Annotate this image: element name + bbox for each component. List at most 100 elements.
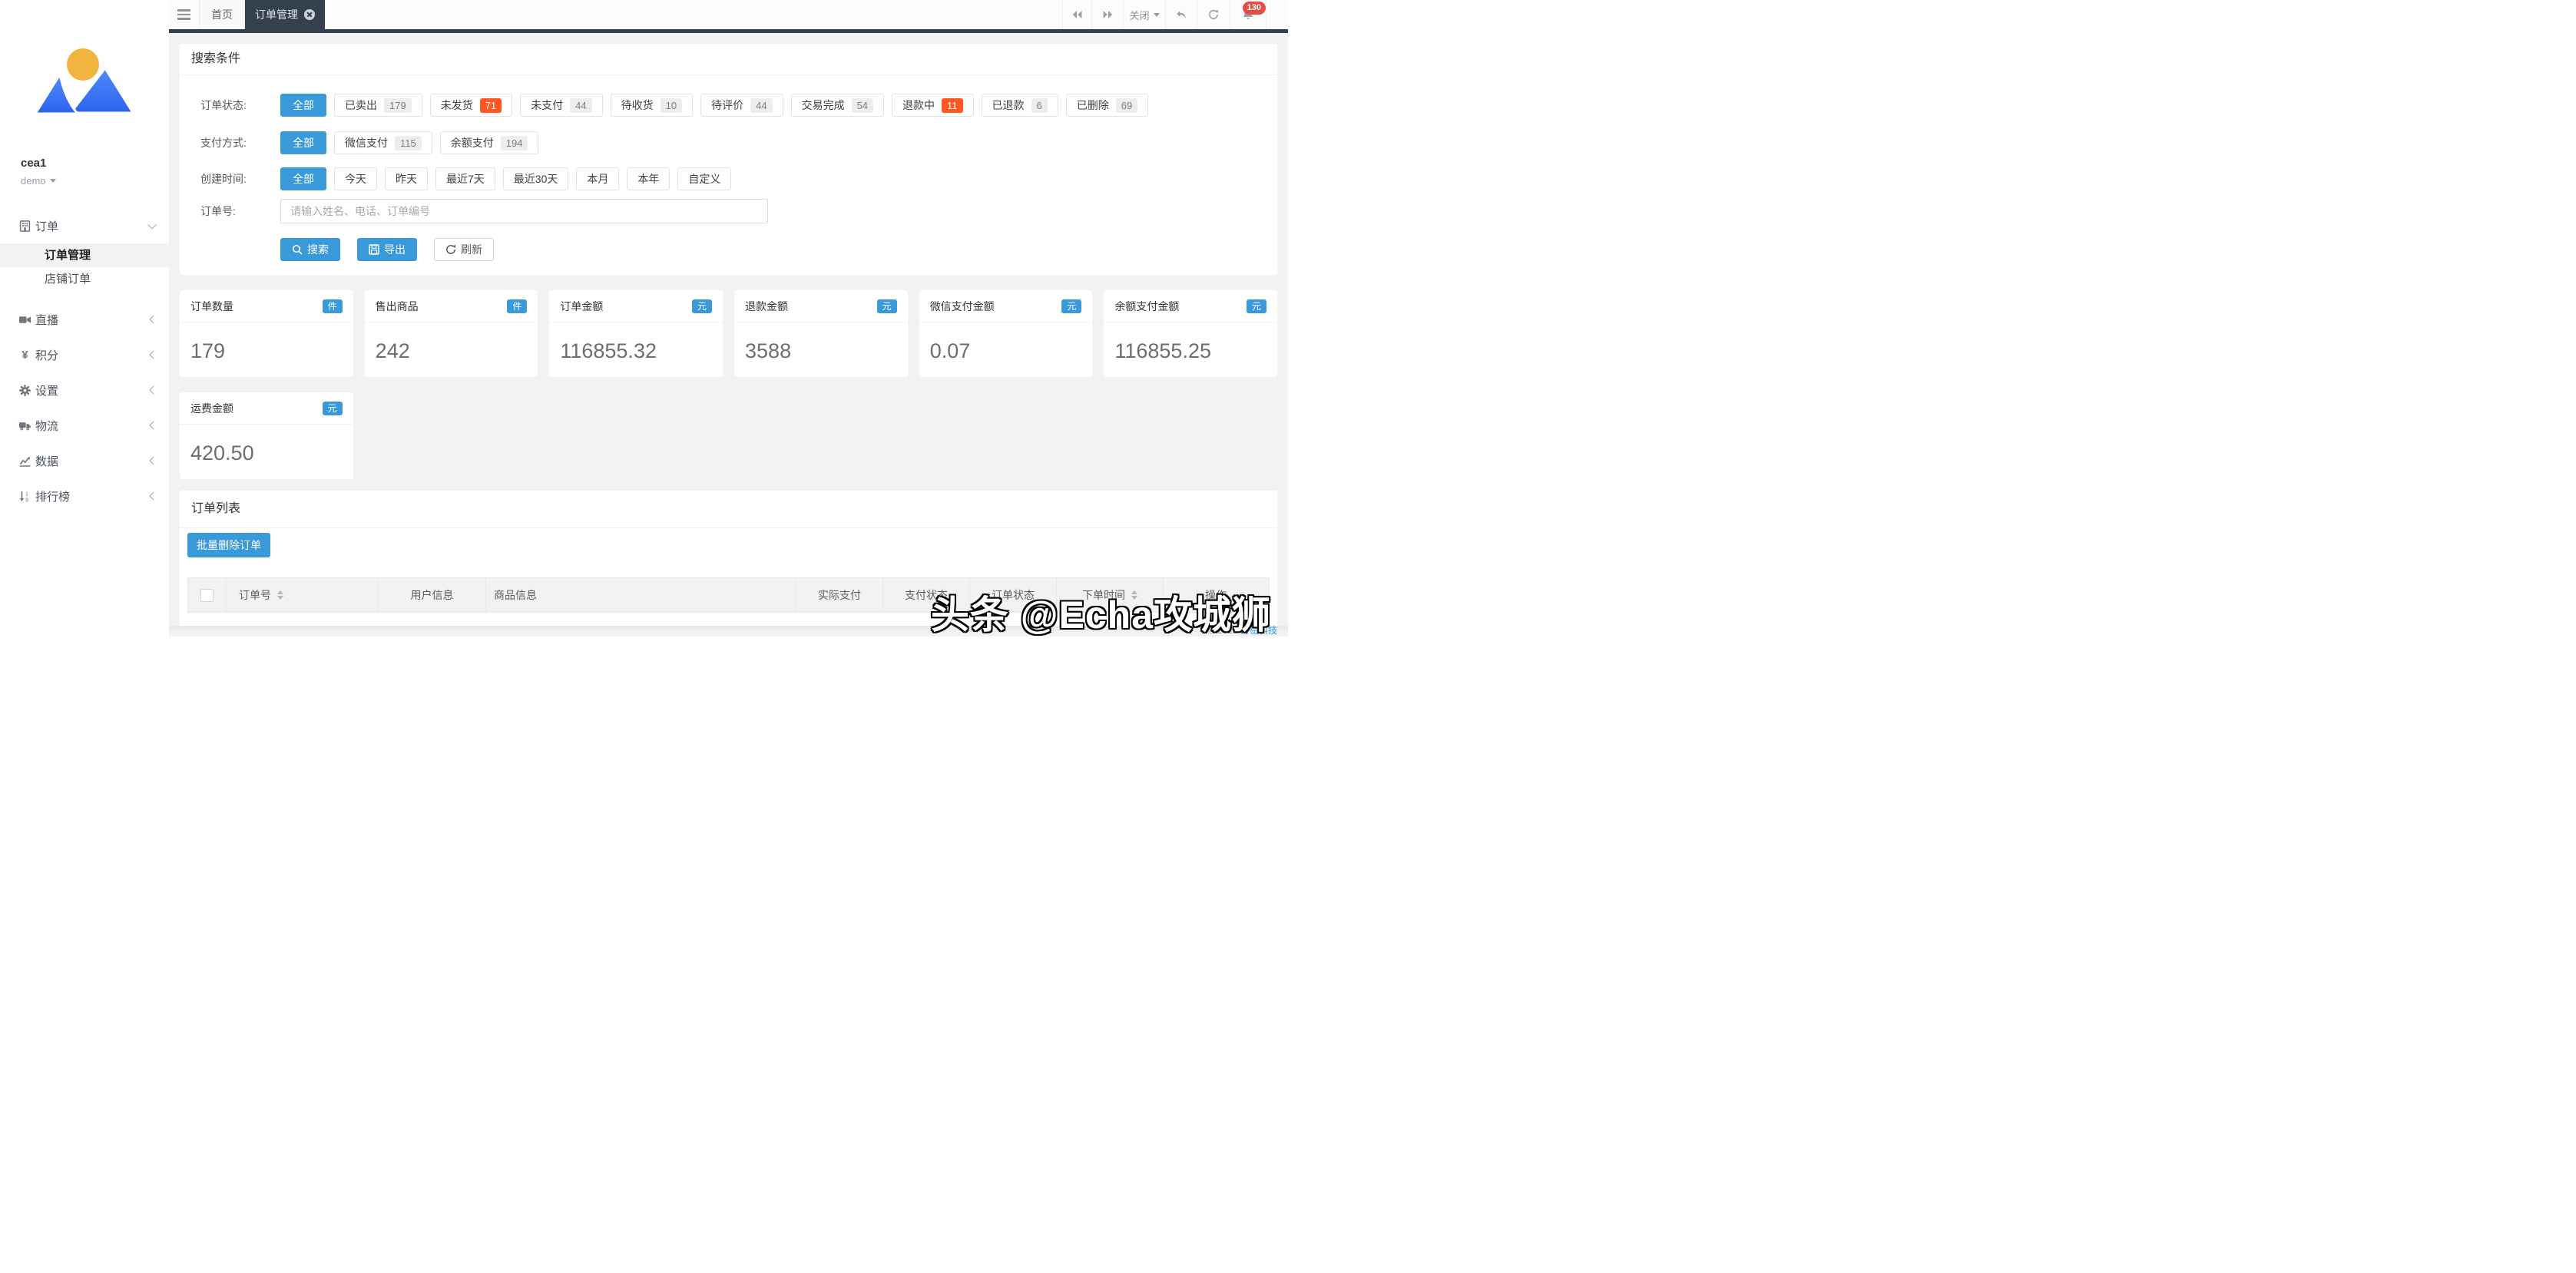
select-all-checkbox[interactable] [200,589,214,602]
filter-order-status-all[interactable]: 全部 [280,94,326,117]
batch-delete-button[interactable]: 批量删除订单 [187,533,270,557]
stat-title: 订单数量 [190,299,233,314]
stat-card-refund-amount: 退款金额元 3588 [734,290,908,377]
sidebar-item-settings[interactable]: 设置 [0,372,169,408]
filter-pay-wechat[interactable]: 微信支付115 [334,131,432,154]
filter-option-label: 微信支付 [345,135,388,150]
filter-pay-balance[interactable]: 余额支付194 [440,131,539,154]
sidebar-item-orders[interactable]: 订单 [0,208,169,243]
sidebar-item-shop-orders[interactable]: 店铺订单 [0,267,169,291]
filter-order-status-to-review[interactable]: 待评价44 [700,94,783,117]
tab-home[interactable]: 首页 [199,0,245,29]
sidebar-item-order-manage[interactable]: 订单管理 [0,243,169,267]
count-badge: 69 [1116,98,1137,113]
tab-close-icon[interactable] [304,9,315,20]
search-actions-row: 搜索 导出 刷新 [200,238,1277,261]
tab-bar: 首页 订单管理 [199,0,325,29]
filter-label: 创建时间: [200,171,280,187]
save-export-icon [369,244,379,255]
sidebar-item-logistics[interactable]: 物流 [0,408,169,443]
unit-badge: 元 [1061,299,1081,313]
stat-card-shipping-amount: 运费金额元 420.50 [180,392,353,479]
filter-time-yesterday[interactable]: 昨天 [385,167,428,190]
data-icon [19,455,31,467]
filter-order-status-refunded[interactable]: 已退款6 [982,94,1058,117]
select-all-cell [188,578,227,612]
count-badge: 54 [852,98,873,113]
export-button[interactable]: 导出 [357,238,417,261]
column-actual-pay: 实际支付 [796,578,883,612]
count-badge: 44 [570,98,591,113]
filter-time-last7days[interactable]: 最近7天 [435,167,495,190]
double-chevron-right-icon [1103,10,1113,19]
user-role-dropdown[interactable]: demo [21,175,56,187]
sort-icon[interactable] [277,590,283,600]
sidebar-menu: 订单 订单管理 店铺订单 直播 ¥ 积分 设置 [0,208,169,514]
close-tabs-dropdown[interactable]: 关闭 [1123,0,1165,29]
filter-row-pay-method: 支付方式: 全部 微信支付115 余额支付194 [200,131,1277,154]
search-button[interactable]: 搜索 [280,238,340,261]
stat-title: 余额支付金额 [1114,299,1179,314]
unit-badge: 元 [692,299,712,313]
stats-row-1: 订单数量件 179 售出商品件 242 订单金额元 116855.32 退款金额… [180,290,1277,377]
filter-time-this-year[interactable]: 本年 [627,167,670,190]
count-badge: 179 [384,98,412,113]
sidebar-item-ranking[interactable]: 19 排行榜 [0,478,169,514]
notification-count-badge: 130 [1243,2,1266,15]
filter-time-today[interactable]: 今天 [334,167,377,190]
filter-order-status-sold[interactable]: 已卖出 179 [334,94,422,117]
filter-order-status-to-receive[interactable]: 待收货10 [611,94,693,117]
count-badge: 10 [661,98,682,113]
tab-order-manage[interactable]: 订单管理 [245,0,325,29]
stat-value: 179 [180,322,353,363]
filter-time-last30days[interactable]: 最近30天 [503,167,569,190]
live-icon [19,314,31,326]
scroll-tabs-right-button[interactable] [1091,0,1123,29]
filter-order-status-deleted[interactable]: 已删除69 [1066,94,1148,117]
orders-icon [19,220,31,232]
notifications-button[interactable]: 130 [1230,0,1266,29]
column-label: 订单号 [239,587,271,603]
refresh-button-label: 刷新 [461,242,482,257]
chevron-down-icon [147,220,156,229]
filter-time-custom[interactable]: 自定义 [677,167,731,190]
stat-value: 242 [365,322,538,363]
order-search-input[interactable] [280,199,768,223]
sidebar-item-data[interactable]: 数据 [0,443,169,478]
column-order-no[interactable]: 订单号 [227,578,379,612]
filter-order-status-completed[interactable]: 交易完成54 [791,94,884,117]
scroll-tabs-left-button[interactable] [1062,0,1091,29]
count-badge: 194 [501,136,528,150]
stat-value: 116855.25 [1104,322,1277,363]
filter-order-status-unshipped[interactable]: 未发货71 [430,94,512,117]
logo-mountain-small [35,74,78,114]
filter-time-this-month[interactable]: 本月 [576,167,619,190]
user-name: cea1 [21,157,56,170]
sidebar-item-label: 物流 [35,418,151,434]
refresh-button[interactable]: 刷新 [434,238,494,261]
sidebar-item-label: 设置 [35,382,151,398]
column-goods-info: 商品信息 [486,578,796,612]
refresh-icon [1208,9,1219,20]
count-badge-orange: 71 [480,98,502,113]
filter-time-all[interactable]: 全部 [280,167,326,190]
count-badge: 44 [750,98,772,113]
stat-card-order-amount: 订单金额元 116855.32 [549,290,723,377]
topbar-controls: 关闭 130 [1062,0,1266,29]
search-button-label: 搜索 [307,242,329,257]
filter-option-label: 已卖出 [345,98,377,113]
hamburger-menu-button[interactable] [169,0,199,29]
refresh-page-button[interactable] [1197,0,1230,29]
back-button[interactable] [1165,0,1197,29]
stat-card-balance-amount: 余额支付金额元 116855.25 [1104,290,1277,377]
filter-pay-all[interactable]: 全部 [280,131,326,154]
filter-order-status-unpaid[interactable]: 未支付44 [520,94,602,117]
stat-card-order-count: 订单数量件 179 [180,290,353,377]
tab-label: 首页 [211,7,233,22]
filter-order-status-refunding[interactable]: 退款中11 [892,94,974,117]
svg-text:9: 9 [25,498,28,502]
sidebar-item-points[interactable]: ¥ 积分 [0,337,169,372]
sidebar-item-label: 数据 [35,453,151,469]
sidebar-item-live[interactable]: 直播 [0,302,169,337]
back-arrow-icon [1176,10,1187,20]
